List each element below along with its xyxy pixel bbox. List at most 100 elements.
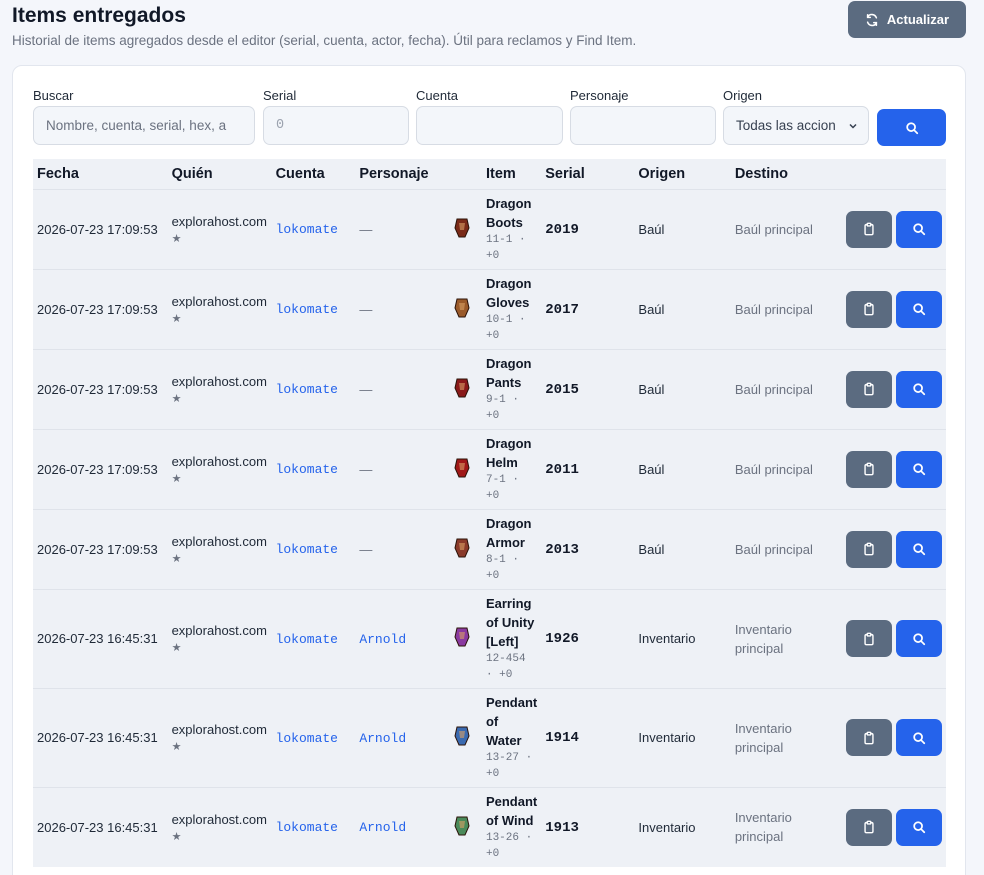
personaje-cell: — xyxy=(355,188,442,269)
search-icon xyxy=(905,121,918,134)
quien-value: explorahost.com xyxy=(171,293,267,309)
cuenta-link[interactable]: lokomate xyxy=(276,731,338,746)
cuenta-link[interactable]: lokomate xyxy=(276,382,338,397)
item-cell: Dragon Armor 8-1 · +0 xyxy=(481,508,542,589)
serial-cell: 1914 xyxy=(541,687,635,787)
buscar-input[interactable]: Nombre, cuenta, serial, hex, a xyxy=(33,106,255,145)
find-item-button[interactable] xyxy=(896,719,942,756)
item-meta-line1: 7-1 · xyxy=(485,474,519,486)
serial-value: 1914 xyxy=(545,730,579,746)
find-item-button[interactable] xyxy=(896,620,942,657)
personaje-cell: — xyxy=(355,508,442,589)
table-row: 2026-07-23 16:45:31 explorahost.com ★ lo… xyxy=(33,588,946,688)
destino-cell: Inventario principal xyxy=(730,588,842,688)
pendant-wind-icon xyxy=(454,816,470,836)
item-name-line2: of xyxy=(485,714,499,729)
find-item-button[interactable] xyxy=(896,290,942,328)
star-icon: ★ xyxy=(171,392,182,405)
cuenta-link[interactable]: lokomate xyxy=(276,632,338,647)
table-row: 2026-07-23 17:09:53 explorahost.com ★ lo… xyxy=(33,428,946,509)
personaje-value: — xyxy=(359,461,373,477)
search-button[interactable] xyxy=(877,109,946,146)
copy-button[interactable] xyxy=(846,370,892,408)
item-icon-cell xyxy=(441,348,482,429)
copy-button[interactable] xyxy=(846,808,892,846)
item-cell: Pendant of Wind 13-26 · +0 xyxy=(481,786,542,867)
origen-cell: Baúl xyxy=(634,268,731,349)
dragon-gloves-icon xyxy=(454,298,470,317)
destino-line1: Baúl principal xyxy=(734,381,813,397)
destino-cell: Baúl principal xyxy=(730,508,842,589)
item-cell: Dragon Boots 11-1 · +0 xyxy=(481,188,542,269)
personaje-value[interactable]: Arnold xyxy=(359,632,406,647)
quien-value: explorahost.com xyxy=(171,811,267,827)
item-name-line1: Dragon xyxy=(485,516,532,531)
cuenta-link[interactable]: lokomate xyxy=(276,302,338,317)
item-icon-cell xyxy=(441,588,482,688)
cuenta-label: Cuenta xyxy=(416,88,458,103)
serial-value: 2013 xyxy=(545,541,579,558)
dragon-armor-icon xyxy=(454,538,470,557)
destino-cell: Inventario principal xyxy=(730,786,842,867)
page-title: Items entregados xyxy=(12,4,186,27)
actions-cell xyxy=(842,687,946,787)
personaje-value: — xyxy=(359,381,373,397)
table-row: 2026-07-23 16:45:31 explorahost.com ★ lo… xyxy=(33,687,946,787)
copy-button[interactable] xyxy=(846,290,892,328)
item-meta-line2: +0 xyxy=(485,250,500,262)
serial-input[interactable]: 0 xyxy=(263,106,409,145)
serial-value: 2015 xyxy=(545,381,579,398)
table-row: 2026-07-23 17:09:53 explorahost.com ★ lo… xyxy=(33,348,946,429)
copy-button[interactable] xyxy=(846,620,892,657)
star-icon: ★ xyxy=(171,642,182,654)
search-icon xyxy=(913,543,926,556)
personaje-input[interactable] xyxy=(570,106,716,145)
cuenta-link[interactable]: lokomate xyxy=(276,542,338,557)
serial-value: 2019 xyxy=(545,221,579,238)
quien-cell: explorahost.com ★ xyxy=(167,348,272,429)
search-icon xyxy=(913,303,926,316)
cuenta-input[interactable] xyxy=(416,106,563,145)
fecha-cell: 2026-07-23 17:09:53 xyxy=(33,508,168,589)
quien-cell: explorahost.com ★ xyxy=(167,588,272,688)
find-item-button[interactable] xyxy=(896,210,942,248)
cuenta-link[interactable]: lokomate xyxy=(276,820,338,835)
destino-line1: Inventario xyxy=(734,621,792,637)
copy-button[interactable] xyxy=(846,210,892,248)
cuenta-cell: lokomate xyxy=(271,268,356,349)
serial-value: 1926 xyxy=(545,631,579,647)
personaje-value[interactable]: Arnold xyxy=(359,731,406,746)
personaje-cell: Arnold xyxy=(355,588,442,688)
cuenta-link[interactable]: lokomate xyxy=(276,462,338,477)
cuenta-cell: lokomate xyxy=(271,687,356,787)
cuenta-cell: lokomate xyxy=(271,188,356,269)
personaje-cell: — xyxy=(355,268,442,349)
fecha-cell: 2026-07-23 17:09:53 xyxy=(33,348,168,429)
find-item-button[interactable] xyxy=(896,808,942,846)
find-item-button[interactable] xyxy=(896,530,942,568)
origen-cell: Inventario xyxy=(634,588,731,688)
serial-value: 1913 xyxy=(545,819,579,836)
item-meta-line1: 10-1 · xyxy=(485,314,526,326)
copy-button[interactable] xyxy=(846,450,892,488)
search-icon xyxy=(913,821,926,834)
quien-value: explorahost.com xyxy=(171,213,267,229)
quien-value: explorahost.com xyxy=(171,453,267,469)
quien-value: explorahost.com xyxy=(171,722,267,737)
personaje-value[interactable]: Arnold xyxy=(359,820,406,835)
find-item-button[interactable] xyxy=(896,370,942,408)
origen-select[interactable]: Todas las accion xyxy=(723,106,869,145)
item-name-line1: Dragon xyxy=(485,196,532,211)
destino-line2: principal xyxy=(734,739,784,755)
col-destino: Destino xyxy=(734,165,788,182)
page-subtitle: Historial de items agregados desde el ed… xyxy=(12,33,637,48)
dragon-pants-icon xyxy=(454,378,470,397)
quien-value: explorahost.com xyxy=(171,373,267,389)
cuenta-link[interactable]: lokomate xyxy=(276,222,338,237)
dragon-helm-icon xyxy=(454,458,470,477)
copy-button[interactable] xyxy=(846,530,892,568)
item-cell: Dragon Pants 9-1 · +0 xyxy=(481,348,542,429)
refresh-button[interactable]: Actualizar xyxy=(848,1,966,38)
copy-button[interactable] xyxy=(846,719,892,756)
find-item-button[interactable] xyxy=(896,450,942,488)
